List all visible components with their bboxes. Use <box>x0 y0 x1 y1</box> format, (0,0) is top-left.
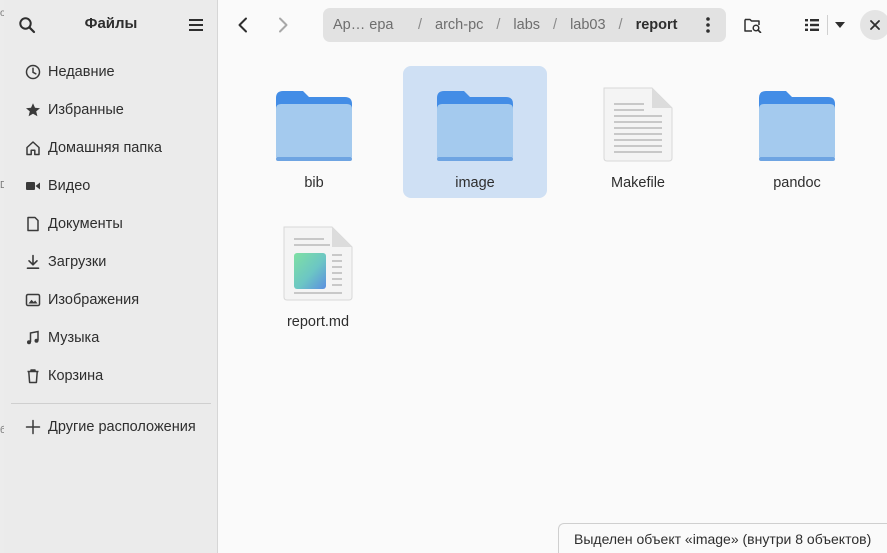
sidebar-item-trash[interactable]: Корзина <box>4 357 218 395</box>
caret-down-icon <box>835 22 845 28</box>
sidebar: Файлы Недавние Избранные Домашняя папка … <box>4 0 218 553</box>
sidebar-item-music[interactable]: Музыка <box>4 319 218 357</box>
sidebar-item-starred[interactable]: Избранные <box>4 91 218 129</box>
file-item-image[interactable]: image <box>403 66 547 198</box>
view-list-button[interactable] <box>797 10 827 40</box>
sidebar-item-other-locations[interactable]: Другие расположения <box>4 408 218 446</box>
image-icon <box>24 291 42 309</box>
forward-button[interactable] <box>268 10 298 40</box>
file-name: pandoc <box>773 175 821 191</box>
list-view-icon <box>805 19 819 31</box>
file-item-pandoc[interactable]: pandoc <box>725 66 869 198</box>
places-list: Недавние Избранные Домашняя папка Видео <box>4 53 218 395</box>
video-icon <box>24 177 42 195</box>
sidebar-item-label: Документы <box>48 216 123 232</box>
breadcrumb-separator: / <box>553 17 558 33</box>
close-button[interactable] <box>860 10 887 40</box>
breadcrumb-arch-pc[interactable]: arch-pc <box>435 17 483 33</box>
home-icon <box>24 139 42 157</box>
breadcrumb-separator: / <box>418 17 423 33</box>
recent-icon <box>24 63 42 81</box>
file-name: Makefile <box>611 175 665 191</box>
file-grid: bib image Makefile pandoc report.md <box>218 50 887 553</box>
plus-icon <box>24 418 42 436</box>
sidebar-item-label: Недавние <box>48 64 115 80</box>
sidebar-item-pictures[interactable]: Изображения <box>4 281 218 319</box>
vertical-dots-icon <box>706 17 710 33</box>
sidebar-item-label: Избранные <box>48 102 124 118</box>
sidebar-item-documents[interactable]: Документы <box>4 205 218 243</box>
sidebar-item-label: Загрузки <box>48 254 107 270</box>
back-button[interactable] <box>228 10 258 40</box>
sidebar-item-label: Видео <box>48 178 91 194</box>
file-item-bib[interactable]: bib <box>242 66 386 198</box>
view-options-button[interactable] <box>825 10 855 40</box>
sidebar-item-recent[interactable]: Недавние <box>4 53 218 91</box>
markdown-file-icon <box>283 226 353 301</box>
folder-icon <box>437 91 513 161</box>
path-menu-button[interactable] <box>698 15 718 35</box>
path-bar[interactable]: Ар… ера / arch-pc / labs / lab03 / repor… <box>323 8 726 42</box>
folder-search-icon <box>744 18 762 33</box>
breadcrumb-report[interactable]: report <box>636 17 678 33</box>
file-item-makefile[interactable]: Makefile <box>566 66 710 198</box>
main-menu-button[interactable] <box>181 10 211 40</box>
breadcrumb-separator: / <box>496 17 501 33</box>
hamburger-menu-icon <box>189 19 203 31</box>
search-in-folder-button[interactable] <box>738 10 768 40</box>
breadcrumb-home[interactable]: Ар… ера <box>333 17 405 33</box>
file-item-report-md[interactable]: report.md <box>246 205 390 337</box>
file-name: image <box>455 175 495 191</box>
folder-icon <box>276 91 352 161</box>
text-file-icon <box>603 87 673 162</box>
breadcrumb-lab03[interactable]: lab03 <box>570 17 605 33</box>
sidebar-item-label: Музыка <box>48 330 100 346</box>
sidebar-item-label: Другие расположения <box>48 419 196 435</box>
file-name: bib <box>304 175 324 191</box>
folder-icon <box>759 91 835 161</box>
document-icon <box>24 215 42 233</box>
close-icon <box>870 20 880 30</box>
sidebar-divider <box>11 403 211 404</box>
sidebar-header: Файлы <box>4 0 218 50</box>
sidebar-item-home[interactable]: Домашняя папка <box>4 129 218 167</box>
chevron-right-icon <box>279 17 288 33</box>
sidebar-item-label: Корзина <box>48 368 104 384</box>
download-icon <box>24 253 42 271</box>
file-name: report.md <box>286 314 350 330</box>
breadcrumb-labs[interactable]: labs <box>513 17 540 33</box>
header-bar: Ар… ера / arch-pc / labs / lab03 / repor… <box>218 0 887 50</box>
music-icon <box>24 329 42 347</box>
trash-icon <box>24 367 42 385</box>
status-floating-bar: Выделен объект «image» (внутри 8 объекто… <box>558 523 887 553</box>
sidebar-item-videos[interactable]: Видео <box>4 167 218 205</box>
sidebar-item-downloads[interactable]: Загрузки <box>4 243 218 281</box>
star-icon <box>24 101 42 119</box>
files-window: Файлы Недавние Избранные Домашняя папка … <box>4 0 887 553</box>
breadcrumb-separator: / <box>618 17 623 33</box>
sidebar-item-label: Домашняя папка <box>48 140 162 156</box>
sidebar-item-label: Изображения <box>48 292 140 308</box>
chevron-left-icon <box>238 17 247 33</box>
